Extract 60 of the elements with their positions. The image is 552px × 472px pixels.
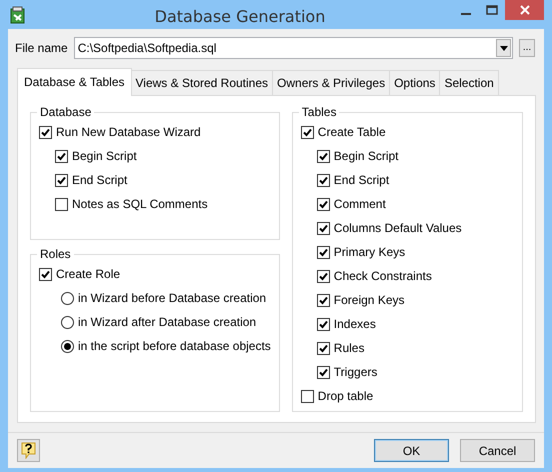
field-label: File name [15,40,68,57]
window-title: Database Generation [154,6,326,28]
tab[interactable]: Database & Tables [17,68,132,96]
checkbox[interactable] [55,198,68,210]
browse-button[interactable]: ... [519,39,535,57]
radio-button[interactable] [61,340,74,352]
checkbox[interactable] [55,174,68,186]
checkbox[interactable] [55,150,68,162]
option-label: Check Constraints [334,268,432,285]
group-title: Database [39,106,92,118]
minimize-icon [461,12,471,14]
option-label: Foreign Keys [334,292,404,309]
file-name-combo[interactable]: C:\Softpedia\Softpedia.sql [74,37,513,59]
group-title: Tables [300,106,338,118]
option-label: Triggers [334,364,378,381]
help-button[interactable] [17,439,40,462]
option-label: Columns Default Values [334,220,462,237]
option-label: Primary Keys [334,244,406,261]
option-label: in Wizard before Database creation [78,290,266,307]
checkbox[interactable] [316,174,330,186]
dialog-button[interactable]: OK [374,439,449,462]
group-title: Roles [39,248,72,260]
option-label: Indexes [334,316,376,333]
option-label: Run New Database Wizard [56,124,201,141]
checkbox[interactable] [316,342,330,354]
checkbox[interactable] [316,246,330,258]
dialog-button[interactable]: Cancel [460,439,535,462]
option-label: Comment [334,196,386,213]
file-name-field[interactable]: C:\Softpedia\Softpedia.sql [74,39,496,57]
close-icon [520,5,530,15]
option-label: End Script [334,172,390,189]
checkbox[interactable] [39,126,52,138]
checkbox[interactable] [316,198,330,210]
option-label: Rules [334,340,364,357]
checkbox[interactable] [316,318,330,330]
tab[interactable]: Selection [439,70,499,95]
option-label: Notes as SQL Comments [72,196,208,213]
checkbox[interactable] [39,268,52,280]
radio-button[interactable] [61,316,74,328]
app-icon [9,6,27,24]
option-label: Drop table [318,388,374,405]
dropdown-button[interactable] [496,39,511,57]
checkbox[interactable] [316,150,330,162]
option-label: in Wizard after Database creation [78,314,256,331]
close-button[interactable] [505,0,544,20]
checkbox[interactable] [300,126,314,138]
option-label: Create Role [56,266,120,283]
checkbox[interactable] [316,294,330,306]
option-label: Begin Script [334,148,398,165]
checkbox[interactable] [316,222,330,234]
radio-button[interactable] [61,292,74,304]
checkbox[interactable] [316,270,330,282]
option-label: Create Table [318,124,386,141]
option-label: End Script [72,172,128,189]
option-label: in the script before database objects [78,338,271,355]
maximize-icon [486,5,498,15]
checkbox[interactable] [300,390,314,402]
checkbox[interactable] [316,366,330,378]
caret-icon [500,46,508,50]
option-label: Begin Script [72,148,137,165]
